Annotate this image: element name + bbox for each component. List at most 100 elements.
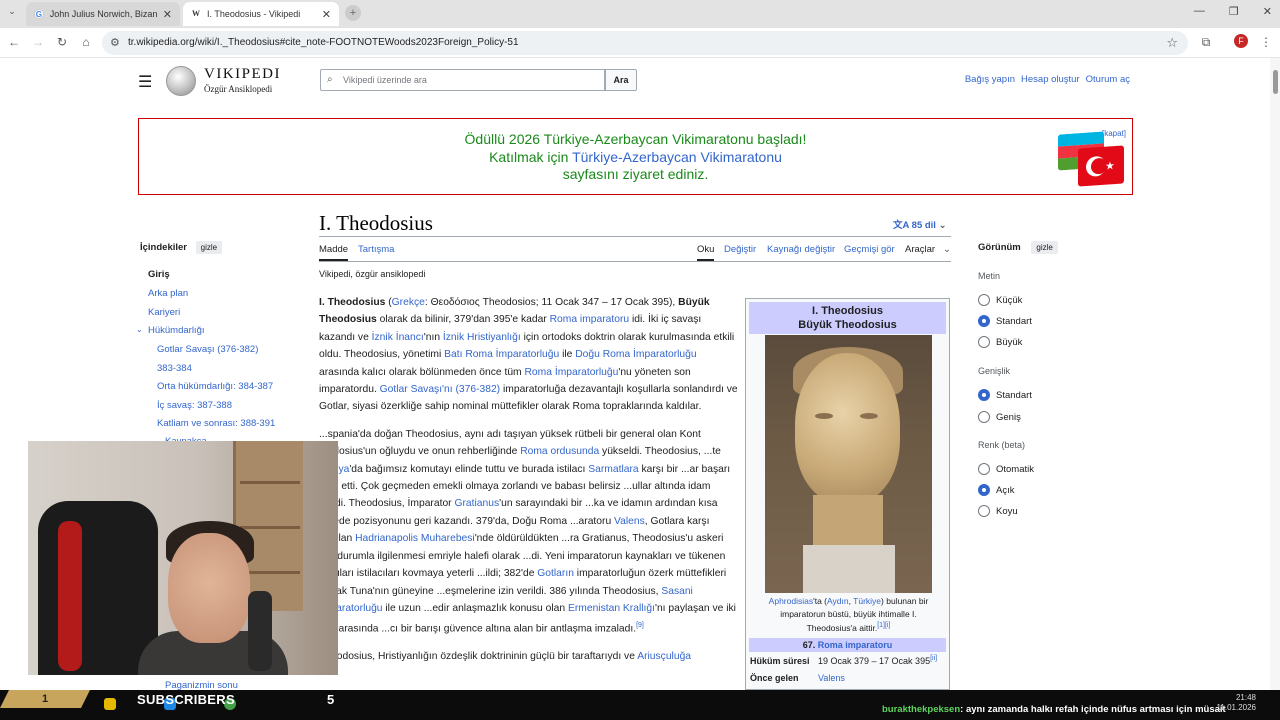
logo-wordmark[interactable]: Vikipedi — [204, 66, 281, 83]
extensions-icon[interactable]: ⧉ — [1198, 35, 1214, 50]
link[interactable]: Roma İmparatorluğu — [525, 367, 619, 378]
vikimaraton-link[interactable]: Türkiye-Azerbaycan Vikimaratonu — [572, 149, 782, 165]
tab-talk[interactable]: Tartışma — [358, 244, 394, 255]
google-icon: G — [34, 9, 44, 19]
tools-menu[interactable]: Araçlar — [905, 244, 935, 255]
toc-subitem[interactable]: Orta hükümdarlığı: 384-387 — [157, 381, 273, 392]
translate-icon: 文A — [893, 220, 910, 231]
link[interactable]: Gratianus — [454, 498, 499, 509]
page-title: I. Theodosius — [319, 211, 433, 235]
close-icon[interactable]: ✕ — [322, 8, 331, 21]
logo-tagline: Özgür Ansiklopedi — [204, 84, 273, 94]
link[interactable]: Roma imparatoru — [550, 314, 630, 325]
tab-active[interactable]: W I. Theodosius - Vikipedi ✕ — [183, 2, 339, 26]
bust-image[interactable] — [765, 335, 932, 593]
link[interactable]: Ermenistan Krallığı — [568, 603, 655, 614]
toc-heading: İçindekiler — [140, 242, 187, 253]
radio-color-light[interactable]: Açık — [978, 484, 1014, 496]
toc-item-intro[interactable]: Giriş — [148, 269, 170, 280]
profile-icon[interactable]: F — [1234, 34, 1248, 48]
banner-line-3: sayfasını ziyaret ediniz. — [562, 166, 709, 182]
toc-subitem[interactable]: Katliam ve sonrası: 388-391 — [157, 418, 275, 429]
link[interactable]: Aydın — [827, 596, 849, 606]
link[interactable]: Doğu Roma İmparatorluğu — [575, 349, 696, 360]
radio-text-large[interactable]: Büyük — [978, 336, 1022, 348]
toc-item[interactable]: Arka plan — [148, 288, 188, 299]
search-button[interactable]: Ara — [605, 69, 637, 91]
login-link[interactable]: Oturum aç — [1086, 74, 1130, 85]
wikipedia-icon: W — [192, 9, 200, 18]
donate-link[interactable]: Bağış yapın — [965, 74, 1015, 85]
chat-message: burakthekpeksen: aynı zamanda halkı refa… — [882, 704, 1226, 715]
close-window-icon[interactable]: ✕ — [1263, 5, 1272, 18]
search-input[interactable]: ⌕ Vikipedi üzerinde ara — [320, 69, 605, 91]
back-icon[interactable]: ← — [6, 35, 22, 49]
tab-read[interactable]: Oku — [697, 244, 714, 255]
tab-edit[interactable]: Değiştir — [724, 244, 756, 255]
tab-edit-source[interactable]: Kaynağı değiştir — [767, 244, 835, 255]
link[interactable]: Batı Roma İmparatorluğu — [444, 349, 559, 360]
site-info-icon[interactable]: ⚙ — [110, 31, 120, 55]
address-bar[interactable]: ⚙ tr.wikipedia.org/wiki/I._Theodosius#ci… — [102, 31, 1188, 55]
toc-subitem[interactable]: Gotlar Savaşı (376-382) — [157, 344, 258, 355]
radio-text-standard[interactable]: Standart — [978, 315, 1032, 327]
menu-icon[interactable]: ⋮ — [1258, 35, 1274, 49]
tab-inactive[interactable]: G John Julius Norwich, Bizans I Eri ✕ — [26, 2, 180, 26]
link[interactable]: İznik İnancı — [372, 332, 424, 343]
toc-subitem[interactable]: İç savaş: 387-388 — [157, 400, 232, 411]
link[interactable]: Hadrianapolis Muharebesi — [355, 533, 475, 544]
link[interactable]: Valens — [614, 516, 645, 527]
radio-color-auto[interactable]: Otomatik — [978, 463, 1034, 475]
browser-tab-bar: ⌄ G John Julius Norwich, Bizans I Eri ✕ … — [0, 0, 1280, 28]
page-scrollbar[interactable] — [1270, 58, 1280, 690]
radio-text-small[interactable]: Küçük — [978, 294, 1022, 306]
link[interactable]: İznik Hristiyanlığı — [443, 332, 521, 343]
link[interactable]: Grekçe — [392, 297, 425, 308]
link[interactable]: Roma ordusunda — [520, 446, 599, 457]
reload-icon[interactable]: ↻ — [54, 35, 70, 49]
tab-title: I. Theodosius - Vikipedi — [207, 9, 301, 19]
forward-icon[interactable]: → — [30, 35, 46, 49]
citation-link[interactable]: [9] — [636, 622, 644, 629]
radio-color-dark[interactable]: Koyu — [978, 505, 1018, 517]
appearance-heading: Görünüm — [978, 242, 1021, 253]
link[interactable]: Roma imparatoru — [818, 640, 893, 650]
link[interactable]: Valens — [818, 673, 845, 683]
citation-link[interactable]: [1][i] — [877, 622, 890, 629]
create-account-link[interactable]: Hesap oluştur — [1021, 74, 1080, 85]
toc-item[interactable]: Hükümdarlığı — [148, 325, 205, 336]
toc-hide-button[interactable]: gizle — [195, 241, 223, 254]
home-icon[interactable]: ⌂ — [78, 35, 94, 49]
close-icon[interactable]: ✕ — [163, 8, 172, 21]
toc-subitem[interactable]: Paganizmin sonu — [165, 680, 238, 690]
browser-toolbar: ← → ↻ ⌂ ⚙ tr.wikipedia.org/wiki/I._Theod… — [0, 28, 1280, 58]
radio-width-standard[interactable]: Standart — [978, 389, 1032, 401]
title-divider — [319, 236, 951, 237]
tab-article[interactable]: Madde — [319, 244, 348, 255]
infobox-title-line: Büyük Theodosius — [798, 319, 897, 331]
tab-list-icon[interactable]: ⌄ — [4, 6, 20, 17]
radio-width-wide[interactable]: Geniş — [978, 411, 1021, 423]
link[interactable]: Sarmatlara — [588, 464, 638, 475]
main-menu-icon[interactable]: ☰ — [138, 72, 152, 92]
new-tab-icon[interactable]: + — [345, 5, 361, 21]
page-tabs: Madde Tartışma Oku Değiştir Kaynağı deği… — [319, 244, 951, 262]
wikipedia-globe-logo[interactable] — [166, 66, 196, 96]
appearance-hide-button[interactable]: gizle — [1031, 241, 1058, 254]
minimize-icon[interactable]: — — [1194, 5, 1205, 18]
chevron-down-icon[interactable]: ⌄ — [136, 325, 143, 334]
toc-subitem[interactable]: 383-384 — [157, 363, 192, 374]
flags-image: ★ — [1058, 131, 1124, 187]
link[interactable]: Ariusçuluğa — [637, 651, 691, 662]
link[interactable]: Gotlar Savaşı'nı (376-382) — [380, 384, 500, 395]
bookmark-star-icon[interactable]: ☆ — [1166, 31, 1178, 55]
folder-icon — [104, 698, 116, 710]
language-button[interactable]: 文A 85 dil ⌄ — [893, 217, 947, 231]
restore-icon[interactable]: ❐ — [1229, 5, 1239, 18]
link[interactable]: Gotların — [537, 568, 574, 579]
tab-history[interactable]: Geçmişi gör — [844, 244, 895, 255]
toc-item[interactable]: Kariyeri — [148, 307, 180, 318]
link[interactable]: Aphrodisias — [769, 596, 813, 606]
link[interactable]: Türkiye — [853, 596, 881, 606]
citation-link[interactable]: [ii] — [930, 655, 937, 662]
